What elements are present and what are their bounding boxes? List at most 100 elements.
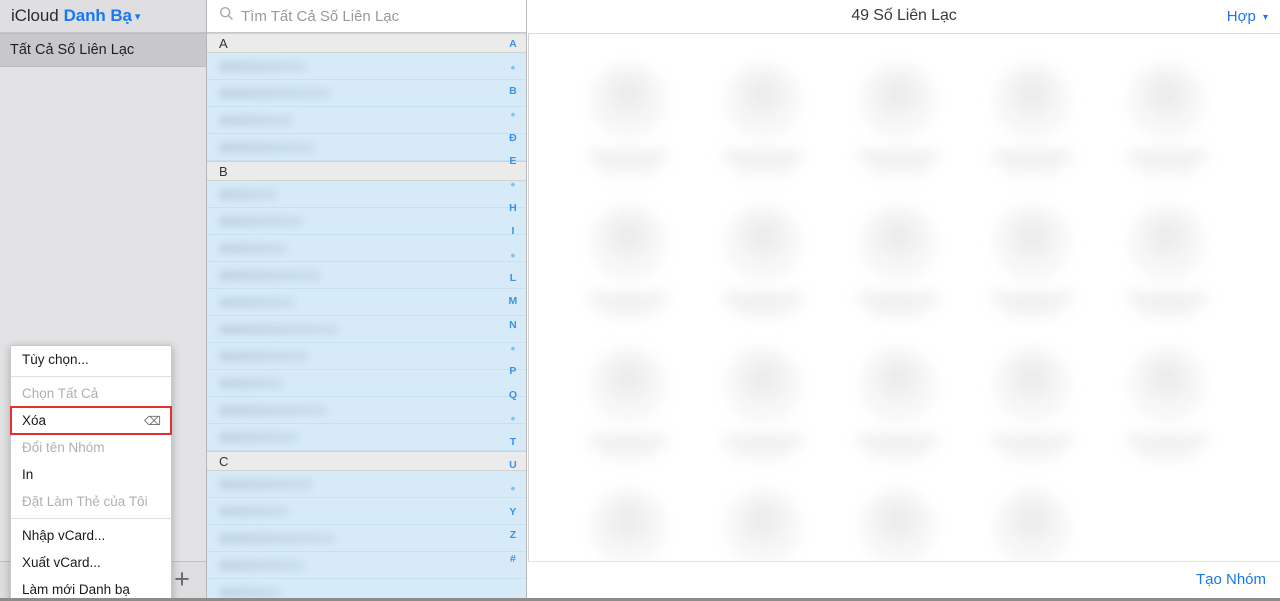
list-item[interactable] bbox=[207, 262, 526, 289]
list-item[interactable] bbox=[207, 208, 526, 235]
list-item[interactable] bbox=[207, 552, 526, 579]
contact-card[interactable] bbox=[972, 46, 1103, 188]
contact-card[interactable] bbox=[703, 188, 834, 330]
list-item[interactable] bbox=[207, 343, 526, 370]
index-letter[interactable]: H bbox=[500, 197, 526, 220]
index-letter[interactable]: N bbox=[500, 314, 526, 337]
avatar bbox=[994, 206, 1071, 282]
menu-item-label: Chọn Tất Cả bbox=[22, 386, 99, 401]
sidebar-item-all-contacts[interactable]: Tất Cả Số Liên Lạc bbox=[0, 33, 206, 67]
index-letter[interactable]: P bbox=[500, 360, 526, 383]
contact-name-obscured bbox=[722, 152, 803, 161]
contact-card[interactable] bbox=[838, 188, 969, 330]
index-letter[interactable]: • bbox=[500, 244, 526, 267]
index-letter[interactable]: A bbox=[500, 33, 526, 56]
list-item[interactable] bbox=[207, 370, 526, 397]
contact-card[interactable] bbox=[1107, 46, 1238, 188]
avatar bbox=[1129, 206, 1206, 282]
index-letter[interactable]: • bbox=[500, 337, 526, 360]
create-group-button[interactable]: Tạo Nhóm bbox=[1196, 571, 1266, 588]
contact-name-obscured bbox=[588, 152, 668, 161]
menu-item-export-vcard[interactable]: Xuất vCard... bbox=[11, 549, 171, 576]
contact-card[interactable] bbox=[568, 472, 699, 561]
list-item[interactable] bbox=[207, 525, 526, 552]
contact-card[interactable] bbox=[703, 472, 834, 561]
brand-icloud-label: iCloud bbox=[11, 6, 59, 25]
list-item[interactable] bbox=[207, 316, 526, 343]
contact-card[interactable] bbox=[838, 46, 969, 188]
detail-panel: 49 Số Liên Lạc Hợp ▾ Tạo Nhóm bbox=[528, 0, 1280, 598]
list-item[interactable] bbox=[207, 80, 526, 107]
contact-card[interactable] bbox=[703, 330, 834, 472]
menu-item-refresh-contacts[interactable]: Làm mới Danh bạ bbox=[11, 576, 171, 598]
index-letter[interactable]: • bbox=[500, 173, 526, 196]
menu-item-label: Đặt Làm Thẻ của Tôi bbox=[22, 494, 148, 509]
contact-card[interactable] bbox=[972, 472, 1103, 561]
contact-card[interactable] bbox=[1107, 188, 1238, 330]
contact-name-obscured bbox=[219, 189, 277, 200]
contact-name-obscured bbox=[1127, 294, 1208, 303]
search-input[interactable] bbox=[241, 7, 511, 25]
list-item[interactable] bbox=[207, 471, 526, 498]
contact-card[interactable] bbox=[568, 330, 699, 472]
contact-list-scroll[interactable]: A B C bbox=[207, 33, 526, 598]
contact-name-obscured bbox=[219, 216, 303, 227]
list-item[interactable] bbox=[207, 424, 526, 451]
index-letter[interactable]: M bbox=[500, 290, 526, 313]
merge-button[interactable]: Hợp ▾ bbox=[1227, 8, 1268, 25]
list-item[interactable] bbox=[207, 53, 526, 80]
contact-count-title: 49 Số Liên Lạc bbox=[851, 7, 957, 24]
contact-name-obscured bbox=[219, 270, 321, 281]
index-letter[interactable]: • bbox=[500, 407, 526, 430]
index-letter[interactable]: T bbox=[500, 431, 526, 454]
menu-item-rename-group[interactable]: Đổi tên Nhóm bbox=[11, 434, 171, 461]
alphabet-index[interactable]: A • B • Đ E • H I • L M N • P Q • T U • … bbox=[500, 33, 526, 598]
index-letter[interactable]: • bbox=[500, 56, 526, 79]
list-item[interactable] bbox=[207, 181, 526, 208]
menu-item-preferences[interactable]: Tùy chọn... bbox=[11, 346, 171, 373]
index-letter[interactable]: L bbox=[500, 267, 526, 290]
contact-card[interactable] bbox=[838, 472, 969, 561]
index-letter[interactable]: # bbox=[500, 548, 526, 571]
menu-item-import-vcard[interactable]: Nhập vCard... bbox=[11, 522, 171, 549]
index-letter[interactable]: B bbox=[500, 80, 526, 103]
contact-card[interactable] bbox=[1107, 330, 1238, 472]
contact-card[interactable] bbox=[568, 188, 699, 330]
menu-separator bbox=[11, 376, 171, 377]
list-item[interactable] bbox=[207, 134, 526, 161]
menu-item-set-my-card[interactable]: Đặt Làm Thẻ của Tôi bbox=[11, 488, 171, 515]
index-letter[interactable]: U bbox=[500, 454, 526, 477]
contact-name-obscured bbox=[588, 294, 668, 303]
contact-card[interactable] bbox=[703, 46, 834, 188]
contact-name-obscured bbox=[219, 115, 293, 126]
list-item[interactable] bbox=[207, 498, 526, 525]
contact-card[interactable] bbox=[972, 188, 1103, 330]
contact-cards-area[interactable] bbox=[528, 34, 1280, 561]
menu-item-label: Tùy chọn... bbox=[22, 352, 89, 367]
index-letter[interactable]: Y bbox=[500, 501, 526, 524]
plus-icon[interactable]: + bbox=[170, 566, 194, 593]
list-item[interactable] bbox=[207, 235, 526, 262]
list-item[interactable] bbox=[207, 289, 526, 316]
index-letter[interactable]: Z bbox=[500, 524, 526, 547]
list-item[interactable] bbox=[207, 397, 526, 424]
section-header: A bbox=[207, 33, 526, 53]
contact-name-obscured bbox=[219, 560, 305, 571]
index-letter[interactable]: • bbox=[500, 103, 526, 126]
menu-item-select-all[interactable]: Chọn Tất Cả bbox=[11, 380, 171, 407]
menu-item-print[interactable]: In bbox=[11, 461, 171, 488]
index-letter[interactable]: Q bbox=[500, 384, 526, 407]
contact-card[interactable] bbox=[568, 46, 699, 188]
index-letter[interactable]: I bbox=[500, 220, 526, 243]
chevron-down-icon[interactable]: ▾ bbox=[135, 11, 141, 23]
contact-name-obscured bbox=[1127, 436, 1208, 445]
index-letter[interactable]: E bbox=[500, 150, 526, 173]
menu-item-delete[interactable]: Xóa ⌫ bbox=[10, 406, 172, 435]
list-item[interactable] bbox=[207, 107, 526, 134]
contact-card[interactable] bbox=[972, 330, 1103, 472]
index-letter[interactable]: Đ bbox=[500, 127, 526, 150]
brand-app-label[interactable]: Danh Bạ bbox=[64, 6, 132, 26]
index-letter[interactable]: • bbox=[500, 477, 526, 500]
contact-card[interactable] bbox=[838, 330, 969, 472]
list-item[interactable] bbox=[207, 579, 526, 598]
